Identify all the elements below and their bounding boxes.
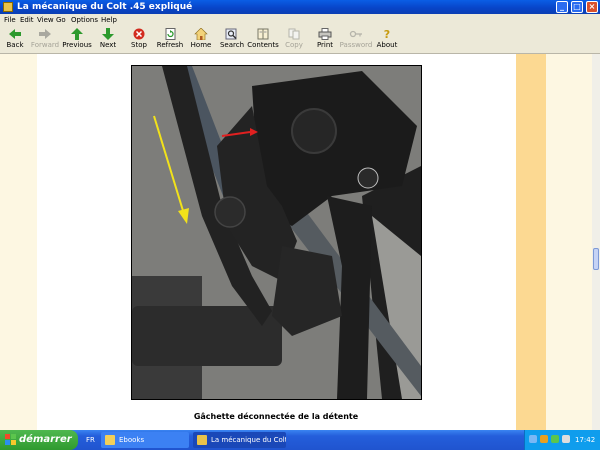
right-margin [546, 54, 592, 430]
right-accent-band [516, 54, 546, 430]
arrow-right-icon [39, 29, 51, 39]
folder-icon [105, 435, 115, 445]
minimize-button[interactable]: _ [556, 1, 568, 13]
menu-view[interactable]: View [37, 14, 54, 26]
toolbar: Back Forward Previous Next Stop Refresh … [0, 26, 600, 54]
clock: 17:42 [575, 436, 596, 444]
colt-mechanism-illustration [132, 66, 421, 399]
left-margin [0, 54, 37, 430]
menu-options[interactable]: Options [71, 14, 98, 26]
network-icon[interactable] [529, 435, 537, 443]
svg-text:?: ? [384, 28, 390, 40]
menu-go[interactable]: Go [56, 14, 66, 26]
menu-bar: File Edit View Go Options Help [0, 14, 600, 26]
app-icon [3, 2, 13, 12]
task-ebooks[interactable]: Ebooks [101, 432, 189, 448]
search-icon [225, 28, 237, 40]
scrollbar-thumb[interactable] [593, 248, 599, 270]
arrow-left-icon [9, 29, 21, 39]
arrow-up-icon [71, 28, 83, 40]
security-icon[interactable] [540, 435, 548, 443]
tray-app-icon[interactable] [551, 435, 559, 443]
printer-icon [318, 28, 332, 40]
window-title: La mécanique du Colt .45 expliqué [17, 2, 193, 12]
menu-edit[interactable]: Edit [20, 14, 34, 26]
maximize-button[interactable]: □ [571, 1, 583, 13]
copy-icon [288, 28, 300, 40]
about-button[interactable]: ? About [368, 28, 406, 52]
stop-icon [133, 28, 145, 40]
start-button[interactable]: démarrer [0, 430, 78, 450]
taskbar: démarrer FR Ebooks La mécanique du Colt.… [0, 430, 600, 450]
arrow-down-icon [102, 28, 114, 40]
close-button[interactable]: × [586, 1, 598, 13]
book-icon [257, 28, 269, 40]
title-bar: La mécanique du Colt .45 expliqué _ □ × [0, 0, 600, 14]
task-colt-mechanics[interactable]: La mécanique du Colt... [193, 432, 286, 448]
help-book-icon [197, 435, 207, 445]
refresh-icon [165, 28, 176, 40]
question-icon: ? [384, 28, 390, 40]
key-icon [349, 30, 362, 38]
windows-flag-icon [5, 434, 16, 445]
volume-icon[interactable] [562, 435, 570, 443]
content-area: Gâchette déconnectée de la détente [0, 54, 592, 430]
home-icon [194, 28, 208, 40]
vertical-scrollbar[interactable] [592, 54, 600, 430]
system-tray: 17:42 [524, 430, 600, 450]
mechanism-photo [131, 65, 422, 400]
language-indicator[interactable]: FR [86, 430, 95, 450]
menu-help[interactable]: Help [101, 14, 117, 26]
menu-file[interactable]: File [4, 14, 16, 26]
image-caption: Gâchette déconnectée de la détente [193, 412, 359, 421]
